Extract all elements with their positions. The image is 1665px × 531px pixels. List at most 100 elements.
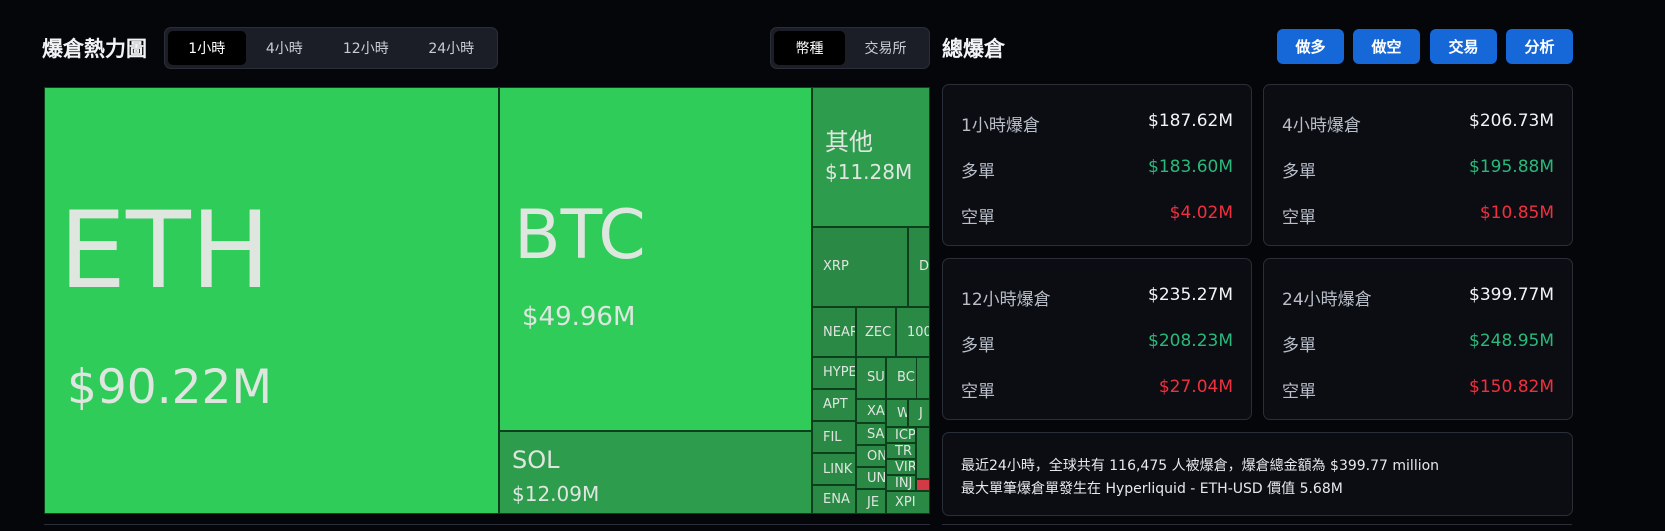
- tile-symbol: NEAR: [823, 325, 856, 340]
- card-title: 1小時爆倉: [961, 116, 1040, 136]
- tile-symbol: BTC: [514, 196, 646, 275]
- card-title: 4小時爆倉: [1282, 116, 1361, 136]
- tile-symbol: 100: [907, 325, 930, 340]
- short-value: $10.85M: [1479, 203, 1554, 223]
- tile-symbol: XPI: [895, 495, 916, 510]
- tile-symbol: J: [919, 406, 923, 421]
- tile-symbol: ON: [867, 449, 886, 464]
- short-value: $27.04M: [1158, 377, 1233, 397]
- short-label: 空單: [1282, 382, 1316, 402]
- tile-symbol: XRP: [823, 259, 849, 274]
- total-value: $399.77M: [1469, 285, 1554, 305]
- tile-d[interactable]: D: [908, 227, 930, 307]
- tile-sui[interactable]: SU: [856, 357, 886, 399]
- tab-4h[interactable]: 4小時: [246, 31, 324, 65]
- tile-xai[interactable]: XA: [856, 399, 886, 423]
- tile-apt[interactable]: APT: [812, 389, 856, 421]
- tile-xrp[interactable]: XRP: [812, 227, 908, 307]
- tile-eth[interactable]: ETH $90.22M: [44, 87, 499, 514]
- analysis-button[interactable]: 分析: [1506, 29, 1573, 64]
- tile-hype[interactable]: HYPE: [812, 357, 856, 389]
- tile-sol[interactable]: SOL $12.09M: [499, 431, 812, 514]
- tile-value: $90.22M: [67, 360, 273, 415]
- long-value: $208.23M: [1148, 331, 1233, 351]
- tile-icp[interactable]: ICP: [886, 427, 916, 443]
- total-value: $235.27M: [1148, 285, 1233, 305]
- short-value: $4.02M: [1169, 203, 1233, 223]
- card-24h: 24小時爆倉 $399.77M 多單 $248.95M 空單 $150.82M: [1263, 258, 1573, 420]
- tile-symbol: HYPE: [823, 365, 856, 380]
- tile-short-red[interactable]: [916, 479, 930, 491]
- tile-misc-b[interactable]: [916, 427, 930, 479]
- long-label: 多單: [961, 162, 995, 182]
- tile-other[interactable]: 其他 $11.28M: [812, 87, 930, 227]
- card-title: 24小時爆倉: [1282, 290, 1372, 310]
- tile-symbol: UN: [867, 471, 886, 486]
- tile-symbol: JE: [867, 495, 880, 510]
- trade-button[interactable]: 交易: [1430, 29, 1497, 64]
- tile-j[interactable]: J: [908, 399, 930, 427]
- tile-symbol: SU: [867, 370, 885, 385]
- total-value: $206.73M: [1469, 111, 1554, 131]
- tile-100[interactable]: 100: [896, 307, 930, 357]
- tab-12h[interactable]: 12小時: [323, 31, 408, 65]
- tile-value: $49.96M: [522, 302, 636, 332]
- tile-symbol: FIL: [823, 430, 842, 445]
- tab-exchange[interactable]: 交易所: [845, 31, 926, 65]
- tile-symbol: ENA: [823, 492, 850, 507]
- short-value: $150.82M: [1469, 377, 1554, 397]
- tile-ena[interactable]: ENA: [812, 485, 856, 514]
- short-label: 空單: [1282, 208, 1316, 228]
- tile-symbol: LINK: [823, 462, 853, 477]
- total-value: $187.62M: [1148, 111, 1233, 131]
- tile-uni[interactable]: UN: [856, 467, 886, 489]
- short-button[interactable]: 做空: [1353, 29, 1420, 64]
- tile-jet[interactable]: JE: [856, 489, 886, 514]
- tile-symbol: APT: [823, 397, 848, 412]
- tile-symbol: BC: [897, 370, 915, 385]
- card-4h: 4小時爆倉 $206.73M 多單 $195.88M 空單 $10.85M: [1263, 84, 1573, 246]
- long-value: $183.60M: [1148, 157, 1233, 177]
- short-label: 空單: [961, 382, 995, 402]
- tile-link[interactable]: LINK: [812, 453, 856, 485]
- tile-virtual[interactable]: VIR: [886, 459, 916, 475]
- long-button[interactable]: 做多: [1277, 29, 1344, 64]
- tile-symbol: TR: [895, 444, 912, 459]
- card-title: 12小時爆倉: [961, 290, 1051, 310]
- tile-w[interactable]: W: [886, 399, 908, 427]
- tile-symbol: D: [919, 259, 930, 274]
- tile-btc[interactable]: BTC $49.96M: [499, 87, 812, 431]
- tile-misc-a[interactable]: [916, 357, 930, 399]
- tile-inj[interactable]: INJ: [886, 475, 916, 491]
- tab-24h[interactable]: 24小時: [409, 31, 494, 65]
- tile-symbol: ZEC: [865, 325, 892, 340]
- short-label: 空單: [961, 208, 995, 228]
- tile-value: $11.28M: [825, 160, 913, 184]
- tab-1h[interactable]: 1小時: [168, 31, 246, 65]
- tab-coin[interactable]: 幣種: [774, 31, 846, 65]
- tile-near[interactable]: NEAR: [812, 307, 856, 357]
- tile-symbol: XA: [867, 404, 885, 419]
- tile-value: $12.09M: [512, 482, 600, 506]
- tile-symbol: 其他: [825, 128, 873, 156]
- time-range-selector: 1小時 4小時 12小時 24小時: [164, 27, 498, 69]
- long-label: 多單: [1282, 162, 1316, 182]
- tile-symbol: ICP: [895, 428, 916, 443]
- tile-symbol: W: [897, 406, 907, 421]
- long-value: $195.88M: [1469, 157, 1554, 177]
- tile-ondo[interactable]: ON: [856, 445, 886, 467]
- tile-trx[interactable]: TR: [886, 443, 916, 459]
- tile-zec[interactable]: ZEC: [856, 307, 896, 357]
- tile-xpl[interactable]: XPI: [886, 491, 930, 514]
- card-12h: 12小時爆倉 $235.27M 多單 $208.23M 空單 $27.04M: [942, 258, 1252, 420]
- long-label: 多單: [961, 336, 995, 356]
- heatmap-title: 爆倉熱力圖: [42, 37, 147, 61]
- long-value: $248.95M: [1469, 331, 1554, 351]
- tile-symbol: INJ: [895, 476, 913, 491]
- long-label: 多單: [1282, 336, 1316, 356]
- group-by-selector: 幣種 交易所: [770, 27, 930, 69]
- tile-sand[interactable]: SA: [856, 423, 886, 445]
- tile-fil[interactable]: FIL: [812, 421, 856, 453]
- tile-symbol: SOL: [512, 446, 560, 474]
- tile-symbol: ETH: [59, 189, 271, 312]
